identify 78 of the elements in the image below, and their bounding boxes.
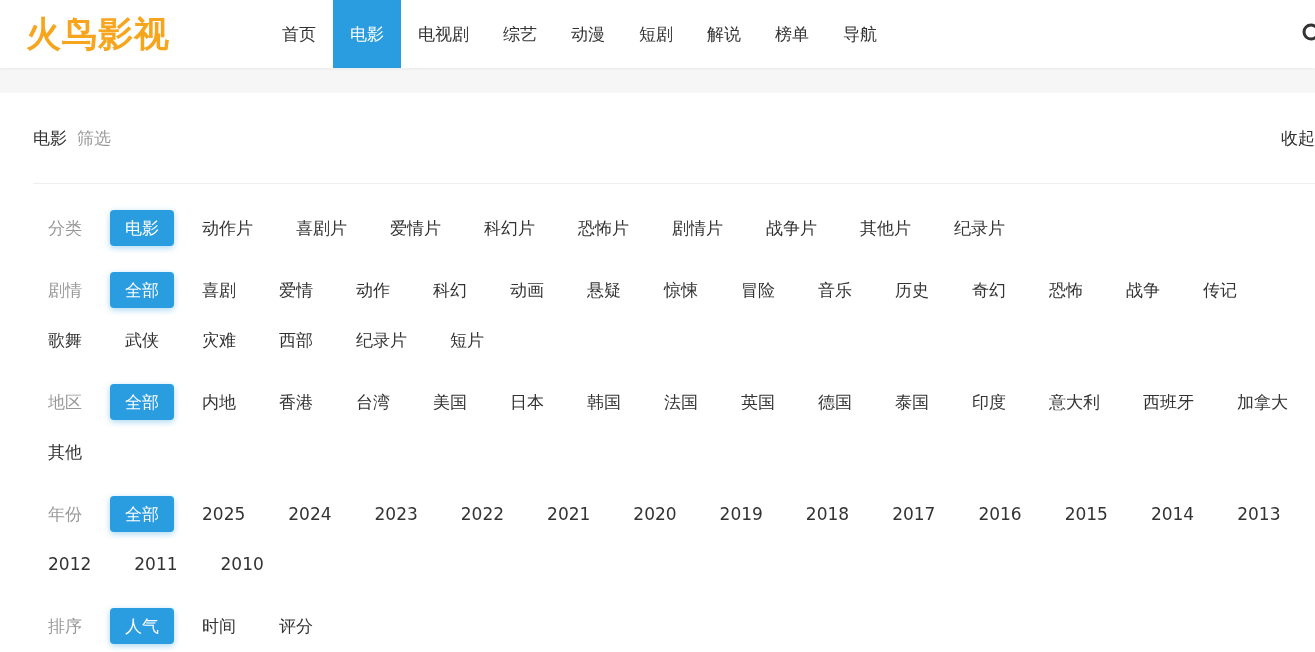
filter-option[interactable]: 英国 (726, 384, 790, 420)
filter-option[interactable]: 歌舞 (33, 322, 97, 358)
filter-option[interactable]: 意大利 (1034, 384, 1115, 420)
filter-option[interactable]: 2018 (790, 496, 865, 532)
filter-option[interactable]: 时间 (187, 608, 251, 644)
filter-option[interactable]: 评分 (264, 608, 328, 644)
filter-option[interactable]: 纪录片 (341, 322, 422, 358)
filter-label: 排序 (47, 615, 83, 638)
nav-tab[interactable]: 动漫 (554, 0, 622, 68)
filter-option[interactable]: 2022 (445, 496, 520, 532)
filter-option[interactable]: 2013 (1222, 496, 1296, 532)
filter-option[interactable]: 韩国 (572, 384, 636, 420)
filter-option[interactable]: 奇幻 (957, 272, 1021, 308)
nav-tab[interactable]: 首页 (265, 0, 333, 68)
filter-option[interactable]: 动作片 (187, 210, 268, 246)
filter-option[interactable]: 西班牙 (1128, 384, 1209, 420)
collapse-link[interactable]: 收起 (1281, 127, 1315, 150)
filter-option[interactable]: 2012 (33, 546, 107, 582)
filter-option[interactable]: 2014 (1135, 496, 1210, 532)
filter-option[interactable]: 爱情 (264, 272, 328, 308)
filter-option[interactable]: 2021 (532, 496, 606, 532)
filter-option[interactable]: 科幻片 (469, 210, 550, 246)
filter-option[interactable]: 剧情片 (657, 210, 738, 246)
filter-option[interactable]: 惊悚 (649, 272, 713, 308)
filter-option[interactable]: 印度 (957, 384, 1021, 420)
filter-option[interactable]: 2020 (618, 496, 692, 532)
nav-tab[interactable]: 榜单 (758, 0, 826, 68)
filter-option[interactable]: 科幻 (418, 272, 482, 308)
nav-tab[interactable]: 综艺 (486, 0, 554, 68)
filter-option[interactable]: 德国 (803, 384, 867, 420)
filter-option[interactable]: 2010 (205, 546, 279, 582)
filter-option[interactable]: 动画 (495, 272, 559, 308)
nav-tab[interactable]: 解说 (690, 0, 758, 68)
filter-option[interactable]: 台湾 (341, 384, 405, 420)
filter-option[interactable]: 短片 (435, 322, 499, 358)
filter-option[interactable]: 音乐 (803, 272, 867, 308)
filter-option[interactable]: 泰国 (880, 384, 944, 420)
filter-option[interactable]: 2025 (187, 496, 261, 532)
filter-option[interactable]: 2024 (273, 496, 347, 532)
filter-option[interactable]: 其他片 (845, 210, 926, 246)
filter-option[interactable]: 法国 (649, 384, 713, 420)
filter-option[interactable]: 武侠 (110, 322, 174, 358)
nav-tab[interactable]: 电视剧 (401, 0, 486, 68)
filter-option[interactable]: 爱情片 (375, 210, 456, 246)
filter-option[interactable]: 2016 (963, 496, 1037, 532)
filter-option[interactable]: 悬疑 (572, 272, 636, 308)
filter-option[interactable]: 其他 (33, 434, 97, 470)
section-subtitle: 筛选 (77, 127, 111, 150)
filter-option[interactable]: 战争片 (751, 210, 832, 246)
filter-label: 分类 (47, 217, 83, 240)
filter-option[interactable]: 内地 (187, 384, 251, 420)
filter-option[interactable]: 喜剧片 (281, 210, 362, 246)
filter-option[interactable]: 纪录片 (939, 210, 1020, 246)
filter-option[interactable]: 2015 (1049, 496, 1123, 532)
filter-option[interactable]: 战争 (1111, 272, 1175, 308)
filter-label: 地区 (47, 391, 83, 414)
filter-option[interactable]: 美国 (418, 384, 482, 420)
filter-label: 剧情 (47, 279, 83, 302)
filter-option[interactable]: 动作 (341, 272, 405, 308)
filter-option[interactable]: 2017 (877, 496, 951, 532)
nav-tab[interactable]: 短剧 (622, 0, 690, 68)
filter-option[interactable]: 加拿大 (1222, 384, 1303, 420)
filter-option[interactable]: 喜剧 (187, 272, 251, 308)
filter-option[interactable]: 恐怖 (1034, 272, 1098, 308)
filter-option[interactable]: 灾难 (187, 322, 251, 358)
filter-label: 年份 (47, 503, 83, 526)
filter-option[interactable]: 传记 (1188, 272, 1252, 308)
filter-option[interactable]: 恐怖片 (563, 210, 644, 246)
filter-option[interactable]: 历史 (880, 272, 944, 308)
filter-option[interactable]: 冒险 (726, 272, 790, 308)
filter-option[interactable]: 香港 (264, 384, 328, 420)
filter-option[interactable]: 日本 (495, 384, 559, 420)
filter-option[interactable]: 2011 (119, 546, 193, 582)
filter-option[interactable]: 2023 (359, 496, 433, 532)
filter-option[interactable]: 西部 (264, 322, 328, 358)
filter-option[interactable]: 2019 (704, 496, 778, 532)
section-title: 电影 (33, 127, 67, 150)
nav-tab[interactable]: 导航 (826, 0, 894, 68)
